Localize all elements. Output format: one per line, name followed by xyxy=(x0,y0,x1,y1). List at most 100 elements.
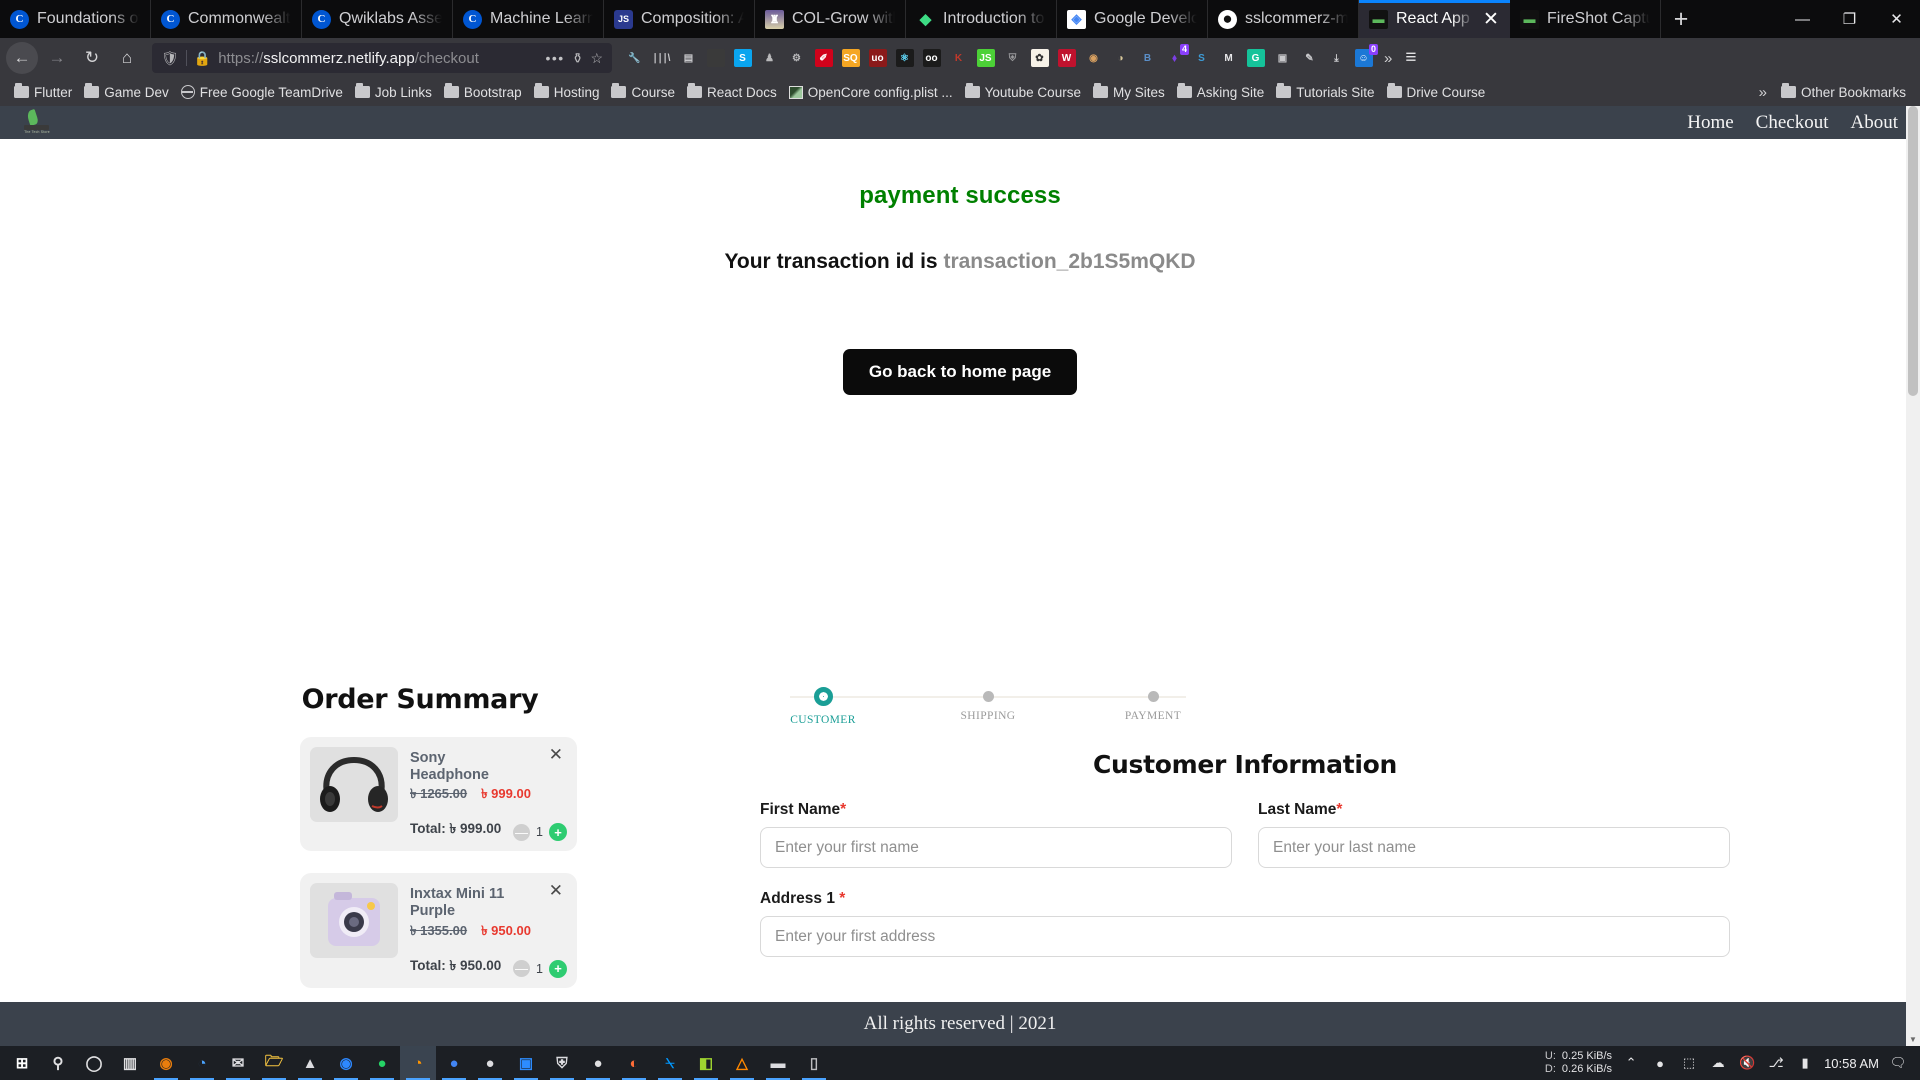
chrome-icon[interactable]: ● xyxy=(436,1046,472,1080)
browser-tab[interactable]: ♜ COL-Grow with xyxy=(755,0,906,38)
notification-center-icon[interactable]: 🗨 xyxy=(1888,1053,1908,1073)
seoquake-icon[interactable]: SQ xyxy=(837,45,864,72)
privacy-badger-icon[interactable]: ♟ xyxy=(756,45,783,72)
download-icon[interactable]: ⤓ xyxy=(1323,45,1350,72)
browser-tab[interactable]: C Machine Learni xyxy=(453,0,604,38)
site-nav-link[interactable]: Home xyxy=(1687,112,1733,134)
grammarly-icon[interactable]: G xyxy=(1242,45,1269,72)
display-tray-icon[interactable]: ⬚ xyxy=(1679,1053,1699,1073)
vlc-icon[interactable]: △ xyxy=(724,1046,760,1080)
wordpress-icon[interactable]: W xyxy=(1053,45,1080,72)
reload-button[interactable]: ↻ xyxy=(76,42,108,74)
firefox-window-icon[interactable]: ◔ xyxy=(400,1046,436,1080)
zoom-icon[interactable]: ▣ xyxy=(508,1046,544,1080)
bookmark-item[interactable]: Hosting xyxy=(528,83,606,102)
battery-tray-icon[interactable]: ▮ xyxy=(1795,1053,1815,1073)
cogs-icon[interactable]: ⚙ xyxy=(783,45,810,72)
word-icon[interactable]: ▬ xyxy=(760,1046,796,1080)
new-tab-button[interactable]: + xyxy=(1661,0,1701,38)
search-icon[interactable]: ⚲ xyxy=(40,1046,76,1080)
avatar-extension-icon[interactable] xyxy=(702,45,729,72)
site-nav-link[interactable]: About xyxy=(1851,112,1899,134)
browser-tab[interactable]: ◆ Introduction to xyxy=(906,0,1057,38)
colorzilla-icon[interactable]: ✐ xyxy=(810,45,837,72)
address-1-field[interactable]: Enter your first address xyxy=(760,916,1730,957)
reader-sidebar-icon[interactable]: ▤ xyxy=(675,45,702,72)
palette-tools-icon[interactable]: ✿ xyxy=(1026,45,1053,72)
bookmark-item[interactable]: React Docs xyxy=(681,83,783,102)
first-name-field[interactable]: Enter your first name xyxy=(760,827,1232,868)
browser-tab[interactable]: ◈ Google Develo xyxy=(1057,0,1208,38)
shield-extension-icon[interactable]: ⛨ xyxy=(999,45,1026,72)
momentum-icon[interactable]: M xyxy=(1215,45,1242,72)
show-hidden-icons-chevron[interactable]: ⌃ xyxy=(1621,1053,1641,1073)
minimize-button[interactable]: — xyxy=(1779,0,1826,38)
site-nav-link[interactable]: Checkout xyxy=(1756,112,1829,134)
vscode-icon[interactable]: ⍀ xyxy=(652,1046,688,1080)
address-bar[interactable]: 🛡 🔒 https://sslcommerz.netlify.app/check… xyxy=(152,43,612,73)
start-button[interactable]: ⊞ xyxy=(4,1046,40,1080)
back-button[interactable]: ← xyxy=(6,42,38,74)
bookmark-item[interactable]: OpenCore config.plist ... xyxy=(783,83,959,102)
bookmark-item[interactable]: Flutter xyxy=(8,83,78,102)
oo-extension-icon[interactable]: oo xyxy=(918,45,945,72)
checkout-step[interactable]: CUSTOMER xyxy=(778,686,868,726)
remove-item-icon[interactable]: ✕ xyxy=(549,746,563,763)
react-devtools-icon[interactable]: ⚛ xyxy=(891,45,918,72)
bookmark-item[interactable]: My Sites xyxy=(1087,83,1171,102)
site-logo[interactable]: The Tech Store xyxy=(20,110,54,140)
forward-button[interactable]: → xyxy=(41,42,73,74)
phone-link-icon[interactable]: ▯ xyxy=(796,1046,832,1080)
increase-quantity-button[interactable]: + xyxy=(549,823,567,842)
task-view-icon[interactable]: ▥ xyxy=(112,1046,148,1080)
browser-tab[interactable]: ▬ React App ✕ xyxy=(1359,0,1510,38)
toolbar-overflow-chevron[interactable]: » xyxy=(1380,50,1396,67)
postman-icon[interactable]: ◐ xyxy=(616,1046,652,1080)
network-tray-icon[interactable]: ⎇ xyxy=(1766,1053,1786,1073)
honey-badger-icon[interactable]: ◑ xyxy=(1107,45,1134,72)
messenger-icon[interactable]: ◉ xyxy=(328,1046,364,1080)
checkout-step[interactable]: SHIPPING xyxy=(943,686,1033,726)
opera-icon[interactable]: ● xyxy=(580,1046,616,1080)
browser-tab[interactable]: C Commonwealth xyxy=(151,0,302,38)
file-explorer-icon[interactable]: 🗁 xyxy=(256,1046,292,1080)
browser-tab[interactable]: C Qwiklabs Asses xyxy=(302,0,453,38)
app-menu-icon[interactable]: ≡ xyxy=(1399,47,1422,69)
screenshot-icon[interactable]: ▣ xyxy=(1269,45,1296,72)
decrease-quantity-button[interactable]: — xyxy=(513,823,531,841)
android-studio-icon[interactable]: ▲ xyxy=(292,1046,328,1080)
browser-tab[interactable]: ● sslcommerz-m xyxy=(1208,0,1359,38)
javascript-toggle-icon[interactable]: JS xyxy=(972,45,999,72)
bookmark-item[interactable]: Asking Site xyxy=(1171,83,1271,102)
maximize-button[interactable]: ❐ xyxy=(1826,0,1873,38)
page-scrollbar[interactable]: ▲ ▼ xyxy=(1906,106,1920,1046)
layers-icon[interactable]: ⬧ 4 xyxy=(1161,43,1189,72)
bookmark-item[interactable]: Course xyxy=(605,83,681,102)
shield-icon[interactable]: 🛡 xyxy=(161,50,179,67)
sketchup-icon[interactable]: S xyxy=(729,45,756,72)
scroll-down-arrow[interactable]: ▼ xyxy=(1906,1032,1920,1046)
close-window-button[interactable]: ✕ xyxy=(1873,0,1920,38)
mail-icon[interactable]: ✉ xyxy=(220,1046,256,1080)
increase-quantity-button[interactable]: + xyxy=(549,959,567,978)
blender-icon[interactable]: ◉ xyxy=(148,1046,184,1080)
home-button[interactable]: ⌂ xyxy=(111,42,143,74)
browser-tab[interactable]: C Foundations of xyxy=(0,0,151,38)
library-icon[interactable]: ∣∣∣\ xyxy=(648,45,675,72)
whatsapp-icon[interactable]: ● xyxy=(364,1046,400,1080)
skype-icon[interactable]: S xyxy=(1188,45,1215,72)
sublime-icon[interactable]: ◧ xyxy=(688,1046,724,1080)
firefox-icon[interactable]: ◔ xyxy=(184,1046,220,1080)
bitdefender-icon[interactable]: ⛨ xyxy=(544,1046,580,1080)
bookmark-item[interactable]: Tutorials Site xyxy=(1270,83,1380,102)
last-name-field[interactable]: Enter your last name xyxy=(1258,827,1730,868)
bookmark-item[interactable]: Free Google TeamDrive xyxy=(175,83,349,102)
taskbar-clock[interactable]: 10:58 AM xyxy=(1824,1056,1879,1071)
github-desktop-icon[interactable]: ● xyxy=(472,1046,508,1080)
pocket-icon[interactable]: ⚱ xyxy=(572,50,584,67)
notes-extension-icon[interactable]: ✎ xyxy=(1296,45,1323,72)
browser-tab[interactable]: JS Composition: A xyxy=(604,0,755,38)
ublock-origin-icon[interactable]: uᴏ xyxy=(864,45,891,72)
antivirus-tray-icon[interactable]: ● xyxy=(1650,1053,1670,1073)
volume-tray-icon[interactable]: 🔇 xyxy=(1737,1053,1757,1073)
